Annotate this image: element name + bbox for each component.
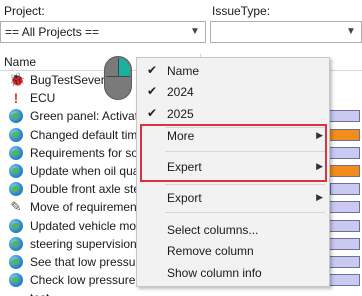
menu-item-show-column-info[interactable]: Show column info — [137, 262, 331, 284]
check-icon: ✔ — [147, 63, 158, 77]
globe-icon — [9, 254, 23, 269]
project-label: Project: — [4, 4, 45, 18]
globe-icon — [9, 127, 23, 142]
table-row[interactable]: test — [0, 289, 362, 296]
issuetype-select[interactable]: ▼ — [210, 21, 362, 43]
name-column-header[interactable]: Name — [4, 55, 36, 69]
menu-item-label: Name — [167, 64, 200, 78]
globe-icon — [9, 273, 23, 288]
menu-item-select-columns[interactable]: Select columns... — [137, 219, 331, 241]
mouse-divider — [118, 58, 119, 76]
mouse-right-button-highlight — [118, 58, 130, 76]
highlight-box — [140, 124, 327, 182]
menu-item-name[interactable]: ✔ Name — [137, 60, 331, 82]
menu-separator — [165, 212, 325, 213]
menu-item-2025[interactable]: ✔ 2025 — [137, 103, 331, 125]
globe-icon — [9, 163, 23, 178]
pen-icon: ✎ — [10, 199, 22, 215]
globe-icon — [9, 145, 23, 160]
project-select-value: == All Projects == — [5, 25, 100, 39]
menu-item-2024[interactable]: ✔ 2024 — [137, 81, 331, 103]
menu-item-remove-column[interactable]: Remove column — [137, 240, 331, 262]
menu-item-label: Export — [167, 191, 202, 205]
menu-item-label: Remove column — [167, 244, 254, 258]
exclamation-icon: ! — [13, 90, 19, 107]
issuetype-label: IssueType: — [212, 4, 271, 18]
menu-item-label: Select columns... — [167, 223, 259, 237]
check-icon: ✔ — [147, 84, 158, 98]
globe-icon — [9, 109, 23, 124]
check-icon: ✔ — [147, 106, 158, 120]
mouse-divider — [106, 76, 130, 77]
menu-item-label: Show column info — [167, 266, 262, 280]
submenu-arrow-icon: ▶ — [316, 192, 323, 202]
project-select[interactable]: == All Projects == ▼ — [0, 21, 206, 43]
mouse-icon — [104, 56, 132, 100]
menu-separator — [165, 184, 325, 185]
menu-item-label: 2024 — [167, 85, 194, 99]
globe-icon — [9, 182, 23, 197]
row-name: test — [30, 291, 200, 296]
bug-icon: 🐞 — [9, 72, 26, 87]
chevron-down-icon: ▼ — [190, 26, 200, 37]
menu-item-export[interactable]: Export ▶ — [137, 187, 331, 209]
globe-icon — [9, 236, 23, 251]
menu-item-label: 2025 — [167, 107, 194, 121]
globe-icon — [9, 218, 23, 233]
chevron-down-icon: ▼ — [346, 26, 356, 37]
